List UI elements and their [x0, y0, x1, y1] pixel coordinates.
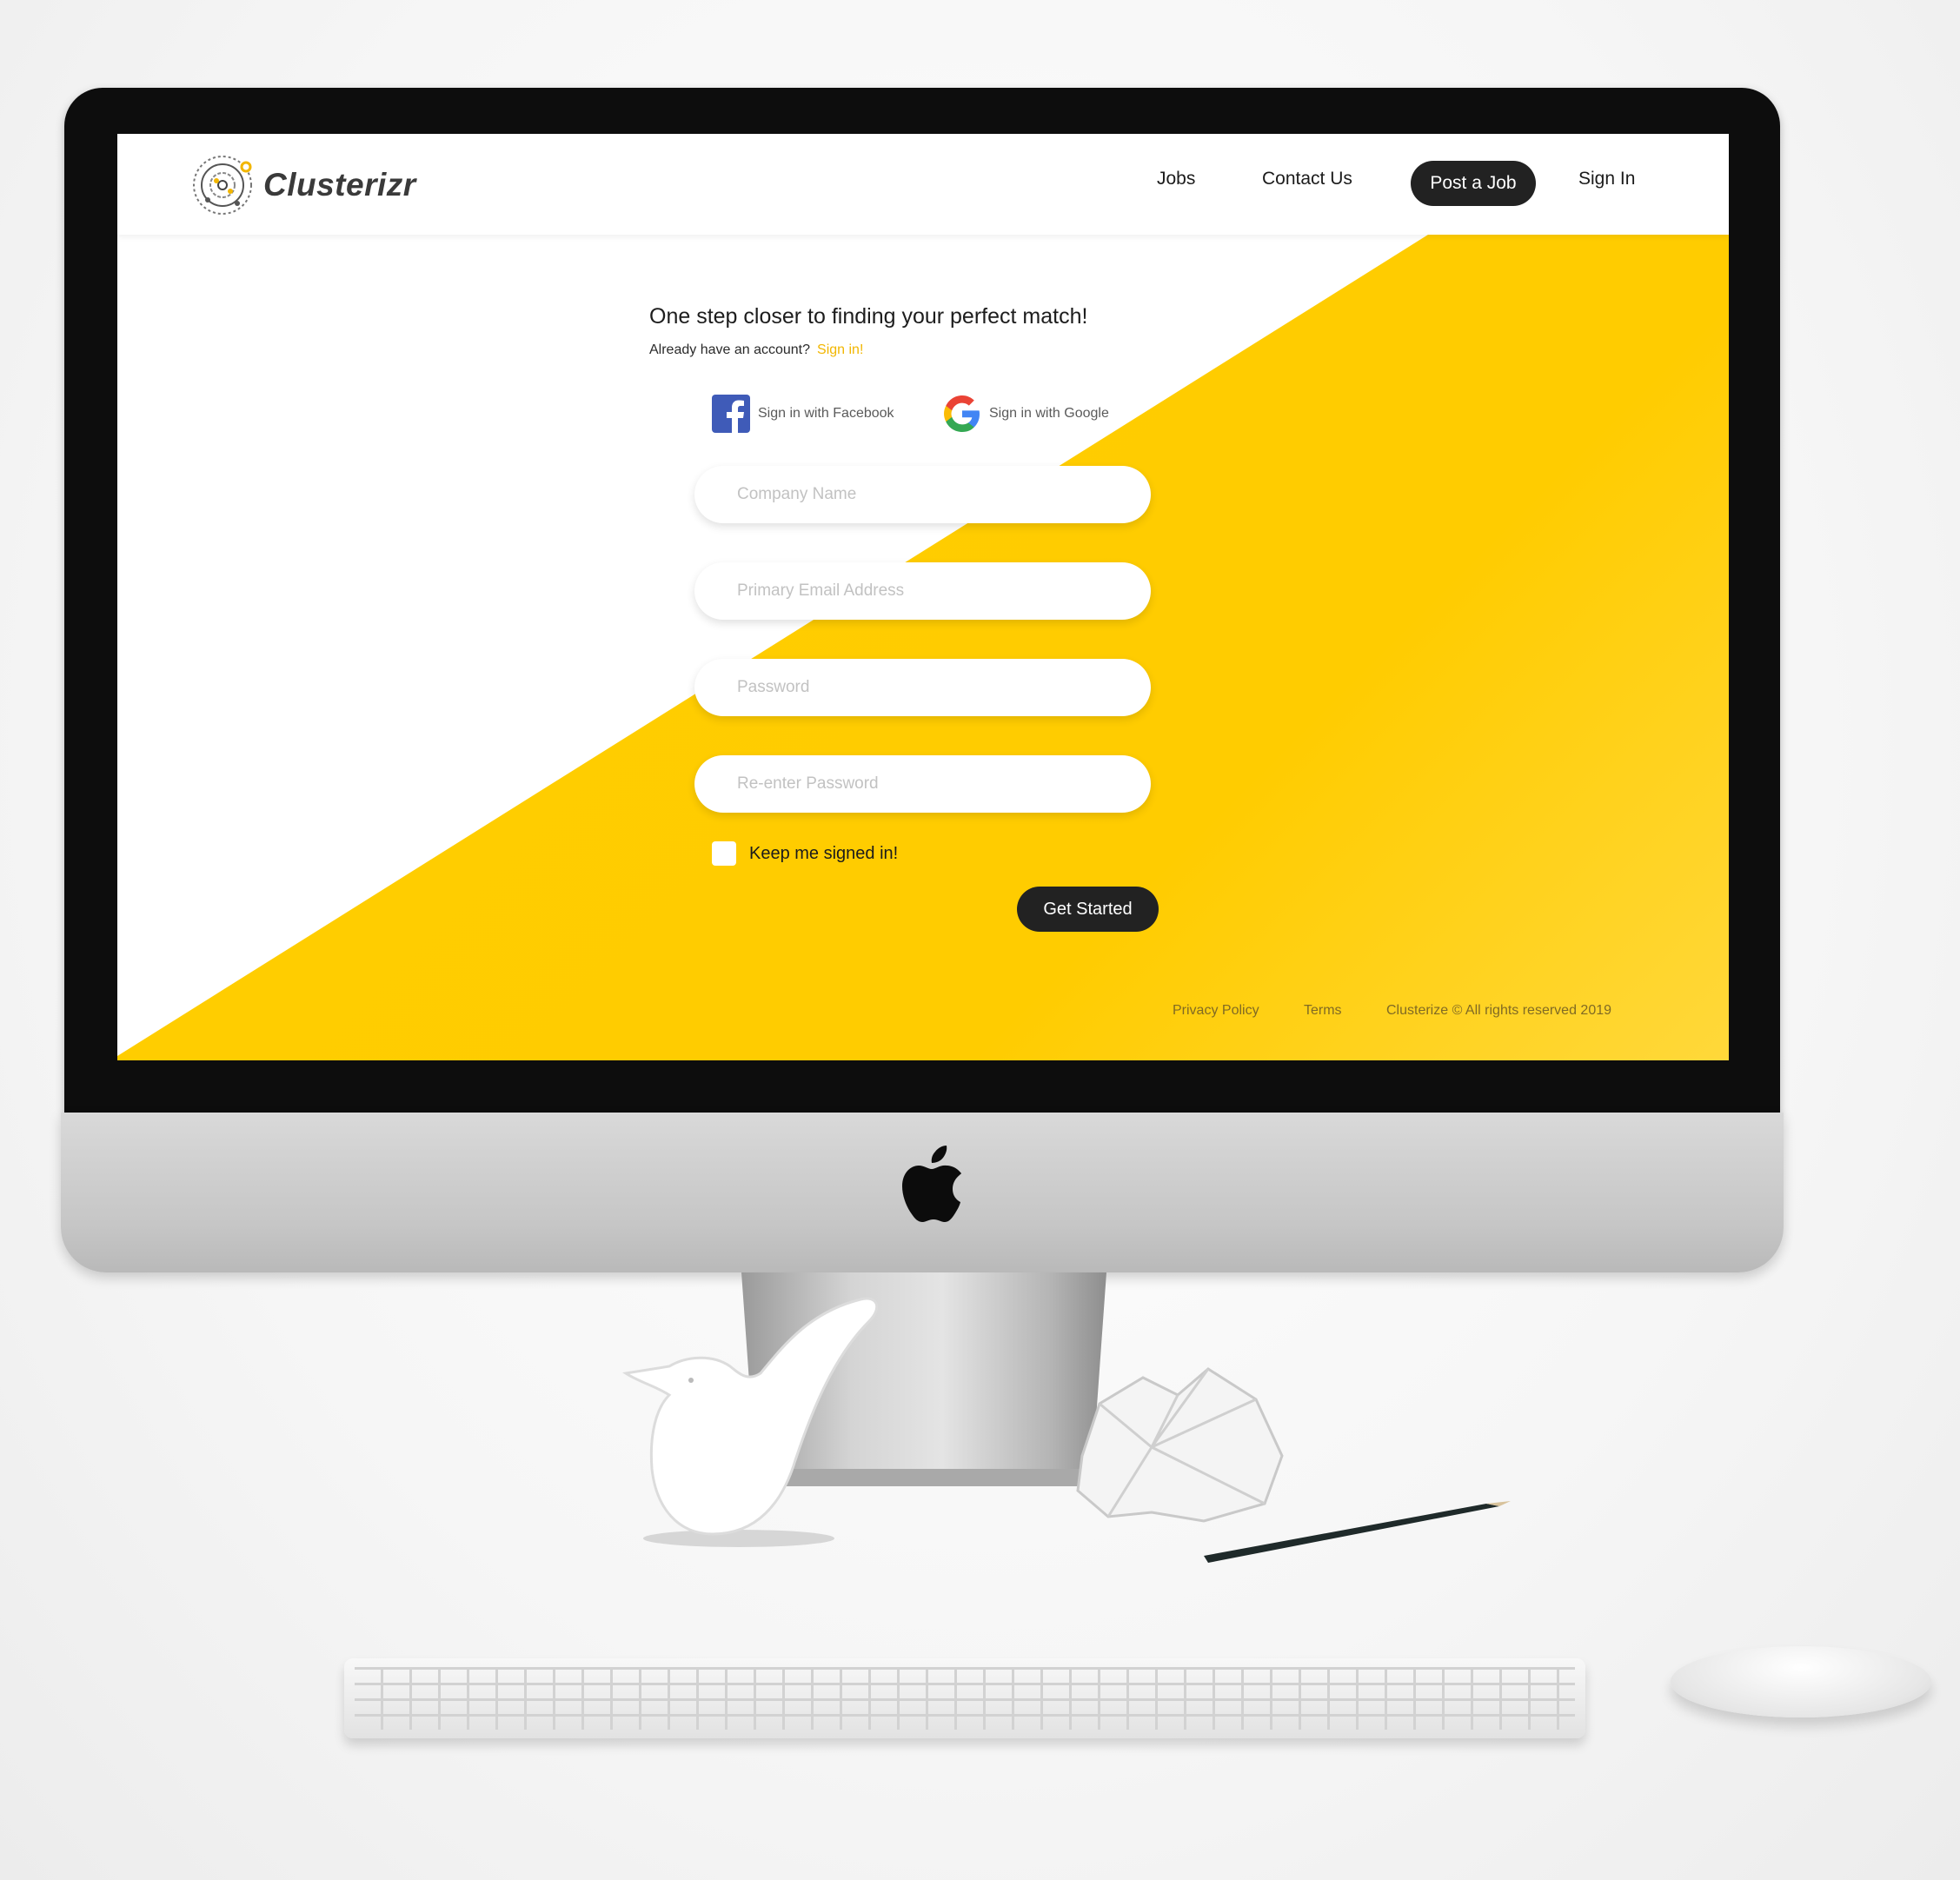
brand[interactable]: Clusterizr	[190, 153, 416, 217]
post-job-button[interactable]: Post a Job	[1411, 161, 1536, 206]
nav-sign-in-link[interactable]: Sign In	[1578, 169, 1635, 189]
keyboard	[344, 1658, 1585, 1738]
keep-signed-in-row: Keep me signed in!	[712, 841, 898, 866]
clusterizr-logo-icon	[193, 156, 252, 215]
have-account-line: Already have an account? Sign in!	[649, 342, 863, 358]
facebook-icon	[712, 395, 750, 433]
facebook-sign-in-button[interactable]: Sign in with Facebook	[712, 395, 894, 433]
google-label: Sign in with Google	[989, 406, 1109, 421]
nav-jobs-link[interactable]: Jobs	[1157, 169, 1195, 189]
nav-contact-link[interactable]: Contact Us	[1262, 169, 1352, 189]
have-account-text: Already have an account?	[649, 342, 811, 357]
keep-signed-in-label[interactable]: Keep me signed in!	[749, 844, 898, 864]
sign-in-link[interactable]: Sign in!	[817, 342, 863, 357]
keyboard-keys	[355, 1667, 1575, 1730]
ceramic-bird-figurine	[621, 1297, 879, 1547]
google-icon	[944, 395, 980, 432]
password-input[interactable]	[735, 677, 1121, 698]
email-field[interactable]	[694, 562, 1151, 620]
copyright-text: Clusterize © All rights reserved 2019	[1386, 1003, 1612, 1018]
magic-mouse	[1671, 1646, 1931, 1717]
privacy-policy-link[interactable]: Privacy Policy	[1173, 1003, 1259, 1019]
reenter-password-field[interactable]	[694, 755, 1151, 813]
browser-screen: Clusterizr Jobs Contact Us Post a Job Si…	[117, 134, 1729, 1060]
company-name-input[interactable]	[735, 484, 1121, 505]
get-started-button[interactable]: Get Started	[1017, 887, 1159, 932]
company-name-field[interactable]	[694, 466, 1151, 523]
terms-link[interactable]: Terms	[1304, 1003, 1342, 1019]
pencil	[1204, 1501, 1511, 1563]
password-field[interactable]	[694, 659, 1151, 716]
reenter-password-input[interactable]	[735, 774, 1121, 794]
keep-signed-in-checkbox[interactable]	[712, 841, 736, 866]
signup-headline: One step closer to finding your perfect …	[649, 304, 1088, 329]
apple-logo-icon	[902, 1146, 961, 1222]
google-sign-in-button[interactable]: Sign in with Google	[943, 395, 1109, 433]
brand-name: Clusterizr	[263, 167, 416, 203]
facebook-label: Sign in with Facebook	[758, 406, 894, 421]
email-input[interactable]	[735, 581, 1121, 601]
top-navbar: Clusterizr Jobs Contact Us Post a Job Si…	[117, 134, 1729, 235]
